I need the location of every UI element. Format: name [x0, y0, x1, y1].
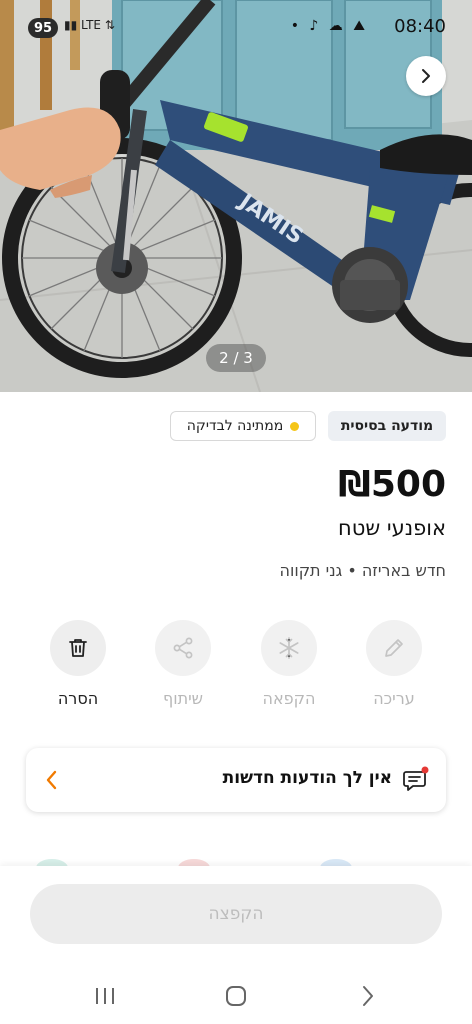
freeze-action[interactable]: הקפאה: [241, 620, 337, 708]
bottom-panel: הקפצה: [0, 866, 472, 1024]
freeze-label: הקפאה: [262, 689, 316, 708]
battery-indicator: 95: [28, 18, 58, 38]
remove-label: הסרה: [57, 689, 99, 708]
basic-ad-badge: מודעה בסיסית: [328, 411, 446, 441]
next-photo-button[interactable]: [406, 56, 446, 96]
recent-apps-button[interactable]: [85, 982, 125, 1010]
listing-price: ₪500: [338, 464, 446, 505]
share-icon: [173, 637, 193, 659]
home-button[interactable]: [216, 982, 256, 1010]
listing-actions: הסרה שיתוף הקפאה עריכה: [26, 620, 446, 720]
photo-pager: 2 / 3: [206, 344, 266, 372]
notification-icons: • ♪ ☁ ⛰: [290, 18, 368, 34]
basic-ad-label: מודעה בסיסית: [340, 418, 434, 434]
listing-subtitle: חדש באריזה • גני תקווה: [279, 561, 446, 580]
messages-card[interactable]: אין לך הודעות חדשות: [26, 748, 446, 812]
chevron-left-icon[interactable]: [42, 766, 62, 794]
remove-action[interactable]: הסרה: [30, 620, 126, 708]
pencil-icon: [385, 639, 403, 657]
chevron-right-icon: [422, 69, 430, 83]
freeze-button[interactable]: [261, 620, 317, 676]
status-bar: 95 ▮▮ LTE ⇅ • ♪ ☁ ⛰ 08:40: [0, 0, 472, 52]
edit-action[interactable]: עריכה: [346, 620, 442, 708]
pending-review-badge: ממתינה לבדיקה: [170, 411, 316, 441]
snowflake-icon: [279, 637, 299, 659]
bump-button[interactable]: הקפצה: [30, 884, 442, 944]
network-icons: ▮▮ LTE ⇅: [64, 18, 115, 32]
bike-photo: JAMIS: [0, 0, 472, 392]
pending-review-label: ממתינה לבדיקה: [186, 418, 284, 434]
lte-label: LTE: [81, 18, 101, 32]
remove-button[interactable]: [50, 620, 106, 676]
share-button[interactable]: [155, 620, 211, 676]
share-label: שיתוף: [162, 689, 204, 708]
listing-title: אופנעי שטח: [337, 516, 446, 540]
back-button[interactable]: [348, 982, 388, 1010]
share-action[interactable]: שיתוף: [135, 620, 231, 708]
pending-dot-icon: [290, 421, 300, 431]
signal-icon: ▮▮: [64, 18, 78, 32]
next-section-peek: [36, 859, 352, 868]
chat-notification-icon: [403, 766, 429, 791]
home-icon: [226, 986, 246, 1006]
back-chevron-icon: [363, 986, 373, 1006]
edit-button[interactable]: [366, 620, 422, 676]
trash-icon: [69, 639, 87, 657]
clock: 08:40: [394, 16, 446, 37]
data-arrows-icon: ⇅: [104, 18, 115, 32]
system-navbar: [0, 976, 472, 1016]
listing-photo-gallery[interactable]: JAMIS 95 ▮▮ LTE ⇅ • ♪ ☁ ⛰ 08:40 2 / 3: [0, 0, 472, 392]
edit-label: עריכה: [373, 689, 415, 708]
recent-apps-icon: [96, 988, 114, 1004]
no-messages-text: אין לך הודעות חדשות: [222, 768, 392, 788]
